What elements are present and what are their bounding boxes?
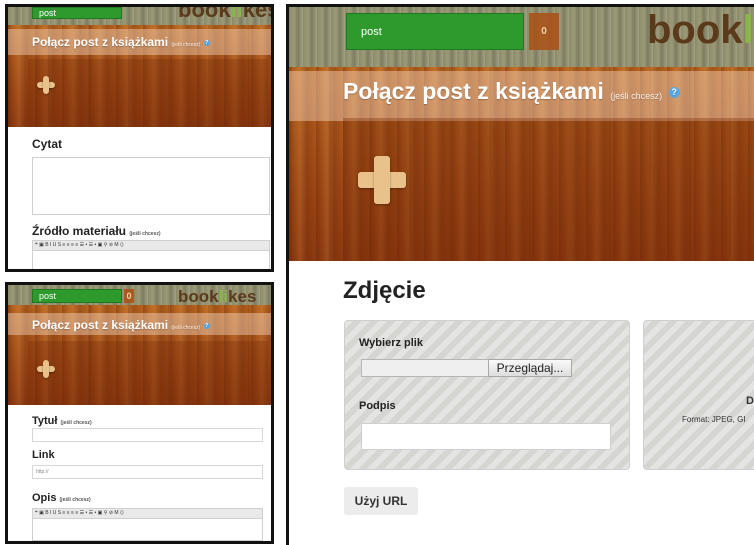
description-textarea[interactable] — [32, 519, 263, 541]
title-field-optional: (jeśli chcesz) — [60, 420, 92, 426]
quote-label: Cytat — [32, 137, 63, 151]
post-tab-label: post — [39, 8, 57, 18]
source-editor-toolbar[interactable]: ❝ ▣ B I U S ≡ ≡ ≡ ≡ ☰ • ☰ • ▣ ⚲ ⊘ M ⟨⟩ — [32, 240, 270, 251]
link-label: Link — [32, 449, 55, 461]
source-optional: (jeśli chcesz) — [129, 231, 161, 237]
question-icon[interactable]: ? — [203, 322, 210, 329]
editor-panel-photo: post 0 bookli Połącz post z książkami (j… — [286, 4, 754, 545]
drop-heading: D — [746, 395, 754, 407]
link-books-title: Połącz post z książkami (jeśli chcesz) ? — [343, 78, 680, 105]
plus-icon[interactable] — [37, 76, 55, 94]
use-url-button[interactable]: Użyj URL — [344, 487, 418, 515]
description-label: Opis (jeśli chcesz) — [32, 492, 91, 504]
link-input[interactable]: http:// — [32, 465, 263, 479]
editor-panel-quote: post booklikes Połącz post z książkami (… — [5, 4, 274, 272]
plus-icon[interactable] — [358, 156, 406, 204]
source-label-text: Źródło materiału — [32, 224, 127, 238]
post-tab[interactable]: post — [346, 13, 524, 50]
question-icon[interactable]: ? — [203, 39, 210, 46]
source-label: Źródło materiału (jeśli chcesz) — [32, 224, 161, 238]
title-optional: (jeśli chcesz) — [171, 325, 201, 331]
logo[interactable]: booklikes — [178, 287, 256, 307]
description-optional: (jeśli chcesz) — [59, 497, 91, 503]
post-count: 0 — [529, 13, 559, 50]
post-count: 0 — [124, 289, 134, 303]
question-icon[interactable]: ? — [668, 87, 680, 99]
title-text: Połącz post z książkami — [32, 318, 169, 332]
title-field-label: Tytuł (jeśli chcesz) — [32, 415, 92, 427]
caption-label: Podpis — [359, 400, 396, 412]
post-tab[interactable]: post — [32, 7, 122, 19]
add-book-area — [28, 59, 268, 127]
link-books-title: Połącz post z książkami (jeśli chcesz) ? — [32, 318, 210, 332]
title-optional: (jeśli chcesz) — [610, 91, 663, 101]
source-textarea[interactable] — [32, 251, 270, 269]
caption-input[interactable] — [361, 423, 611, 450]
logo[interactable]: bookli — [647, 8, 754, 53]
post-tab-label: post — [361, 26, 382, 38]
title-text: Połącz post z książkami — [32, 35, 169, 49]
post-tab-label: post — [39, 291, 57, 301]
photo-section-title: Zdjęcie — [343, 277, 426, 304]
format-info: Format: JPEG, GI — [682, 415, 746, 424]
post-tab[interactable]: post — [32, 289, 122, 303]
add-book-area — [28, 341, 268, 405]
quote-textarea[interactable] — [32, 157, 270, 215]
title-input[interactable] — [32, 428, 263, 442]
drop-zone[interactable] — [643, 320, 754, 470]
title-optional: (jeśli chcesz) — [171, 42, 201, 48]
editor-panel-link: post 0 booklikes Połącz post z książkami… — [5, 282, 274, 544]
file-path-field[interactable] — [361, 359, 489, 377]
choose-file-label: Wybierz plik — [359, 337, 423, 349]
plus-icon[interactable] — [37, 360, 55, 378]
description-label-text: Opis — [32, 492, 57, 504]
title-text: Połącz post z książkami — [343, 78, 604, 104]
browse-button[interactable]: Przeglądaj... — [488, 359, 572, 377]
link-books-title: Połącz post z książkami (jeśli chcesz) ? — [32, 35, 210, 49]
description-editor-toolbar[interactable]: ❝ ▣ B I U S ≡ ≡ ≡ ≡ ☰ • ☰ • ▣ ⚲ ⊘ M ⟨⟩ — [32, 508, 263, 519]
logo[interactable]: booklikes — [178, 7, 271, 23]
title-field-label-text: Tytuł — [32, 415, 58, 427]
